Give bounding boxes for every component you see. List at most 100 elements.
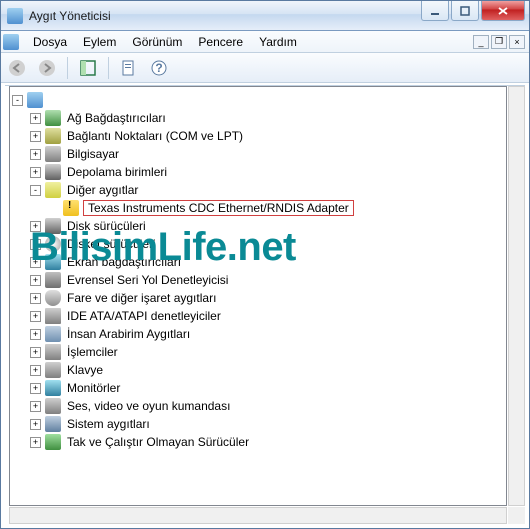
- expander[interactable]: +: [30, 113, 41, 124]
- separator: [108, 57, 109, 79]
- device-icon: [27, 92, 43, 108]
- device-icon: [45, 362, 61, 378]
- expander[interactable]: +: [30, 167, 41, 178]
- device-icon: [45, 308, 61, 324]
- window-buttons: [419, 1, 525, 21]
- tree-row[interactable]: +Evrensel Seri Yol Denetleyicisi: [12, 271, 506, 289]
- close-icon: [497, 6, 509, 16]
- tree-icon: [79, 59, 97, 77]
- titlebar[interactable]: Aygıt Yöneticisi: [1, 1, 529, 31]
- menu-help[interactable]: Yardım: [251, 33, 305, 51]
- expander[interactable]: +: [30, 383, 41, 394]
- forward-icon: [38, 59, 56, 77]
- device-label: Monitörler: [65, 381, 122, 395]
- help-button[interactable]: ?: [149, 58, 169, 78]
- device-manager-window: Aygıt Yöneticisi Dosya Eylem Görünüm Pen…: [0, 0, 530, 529]
- expander[interactable]: +: [30, 401, 41, 412]
- tree-row[interactable]: + Tak ve Çalıştır Olmayan Sürücüler: [12, 433, 506, 451]
- tree-row[interactable]: + Fare ve diğer işaret aygıtları: [12, 289, 506, 307]
- expander[interactable]: -: [30, 185, 41, 196]
- menu-file[interactable]: Dosya: [25, 33, 75, 51]
- help-icon: ?: [150, 59, 168, 77]
- expander[interactable]: +: [30, 131, 41, 142]
- expander[interactable]: +: [30, 275, 41, 286]
- menu-view[interactable]: Görünüm: [124, 33, 190, 51]
- device-label: Diğer aygıtlar: [65, 183, 140, 197]
- device-label: Fare ve diğer işaret aygıtları: [65, 291, 218, 305]
- device-label: Texas Instruments CDC Ethernet/RNDIS Ada…: [83, 200, 354, 216]
- tree-row[interactable]: +İnsan Arabirim Aygıtları: [12, 325, 506, 343]
- menu-action[interactable]: Eylem: [75, 33, 124, 51]
- properties-button[interactable]: [119, 58, 139, 78]
- expander[interactable]: +: [30, 347, 41, 358]
- svg-text:?: ?: [155, 61, 162, 75]
- device-icon: [45, 128, 61, 144]
- horizontal-scrollbar[interactable]: [9, 507, 507, 524]
- expander[interactable]: +: [30, 329, 41, 340]
- maximize-button[interactable]: [451, 1, 479, 21]
- tree-row[interactable]: -: [12, 91, 506, 109]
- expander[interactable]: +: [30, 239, 41, 250]
- device-icon: [45, 110, 61, 126]
- device-label: İşlemciler: [65, 345, 120, 359]
- device-label: Disk sürücüleri: [65, 219, 148, 233]
- device-label: Tak ve Çalıştır Olmayan Sürücüler: [65, 435, 251, 449]
- tree-row[interactable]: +Bağlantı Noktaları (COM ve LPT): [12, 127, 506, 145]
- device-icon: [45, 182, 61, 198]
- expander[interactable]: +: [30, 149, 41, 160]
- tree-row[interactable]: Texas Instruments CDC Ethernet/RNDIS Ada…: [12, 199, 506, 217]
- minimize-button[interactable]: [421, 1, 449, 21]
- device-label: Disket sürücüleri: [65, 237, 158, 251]
- mdi-restore-button[interactable]: ❐: [491, 35, 507, 49]
- close-button[interactable]: [481, 1, 525, 21]
- forward-button[interactable]: [37, 58, 57, 78]
- expander[interactable]: +: [30, 221, 41, 232]
- device-label: Ağ Bağdaştırıcıları: [65, 111, 168, 125]
- device-tree[interactable]: -+Ağ Bağdaştırıcıları+Bağlantı Noktaları…: [10, 87, 506, 455]
- expander[interactable]: -: [12, 95, 23, 106]
- device-icon: [45, 272, 61, 288]
- expander[interactable]: +: [30, 257, 41, 268]
- device-label: Ses, video ve oyun kumandası: [65, 399, 232, 413]
- device-icon: [45, 434, 61, 450]
- device-icon: [45, 254, 61, 270]
- show-hide-tree-button[interactable]: [78, 58, 98, 78]
- properties-icon: [120, 59, 138, 77]
- device-icon: [45, 344, 61, 360]
- expander[interactable]: +: [30, 311, 41, 322]
- device-icon: [45, 164, 61, 180]
- tree-row[interactable]: + Disk sürücüleri: [12, 217, 506, 235]
- minimize-icon: [430, 6, 440, 16]
- tree-row[interactable]: - Diğer aygıtlar: [12, 181, 506, 199]
- device-label: Sistem aygıtları: [65, 417, 152, 431]
- separator: [67, 57, 68, 79]
- tree-row[interactable]: + Disket sürücüleri: [12, 235, 506, 253]
- app-icon: [7, 8, 23, 24]
- tree-row[interactable]: + Bilgisayar: [12, 145, 506, 163]
- tree-row[interactable]: +IDE ATA/ATAPI denetleyiciler: [12, 307, 506, 325]
- expander[interactable]: +: [30, 437, 41, 448]
- tree-row[interactable]: + İşlemciler: [12, 343, 506, 361]
- tree-row[interactable]: + Monitörler: [12, 379, 506, 397]
- device-icon: [45, 398, 61, 414]
- tree-row[interactable]: + Ekran bağdaştırıcıları: [12, 253, 506, 271]
- tree-row[interactable]: + Depolama birimleri: [12, 163, 506, 181]
- device-label: Bilgisayar: [65, 147, 121, 161]
- mdi-minimize-button[interactable]: _: [473, 35, 489, 49]
- vertical-scrollbar[interactable]: [508, 86, 525, 506]
- tree-row[interactable]: +Klavye: [12, 361, 506, 379]
- device-label: Ekran bağdaştırıcıları: [65, 255, 183, 269]
- expander[interactable]: +: [30, 419, 41, 430]
- mdi-close-button[interactable]: ×: [509, 35, 525, 49]
- expander[interactable]: +: [30, 293, 41, 304]
- device-label: Depolama birimleri: [65, 165, 169, 179]
- scroll-corner: [508, 507, 525, 524]
- menu-window[interactable]: Pencere: [190, 33, 251, 51]
- device-icon: [45, 326, 61, 342]
- client-area: BilisimLife.net -+Ağ Bağdaştırıcıları+Ba…: [5, 85, 525, 524]
- expander[interactable]: +: [30, 365, 41, 376]
- tree-row[interactable]: + Ağ Bağdaştırıcıları: [12, 109, 506, 127]
- tree-row[interactable]: + Sistem aygıtları: [12, 415, 506, 433]
- tree-row[interactable]: + Ses, video ve oyun kumandası: [12, 397, 506, 415]
- back-button[interactable]: [7, 58, 27, 78]
